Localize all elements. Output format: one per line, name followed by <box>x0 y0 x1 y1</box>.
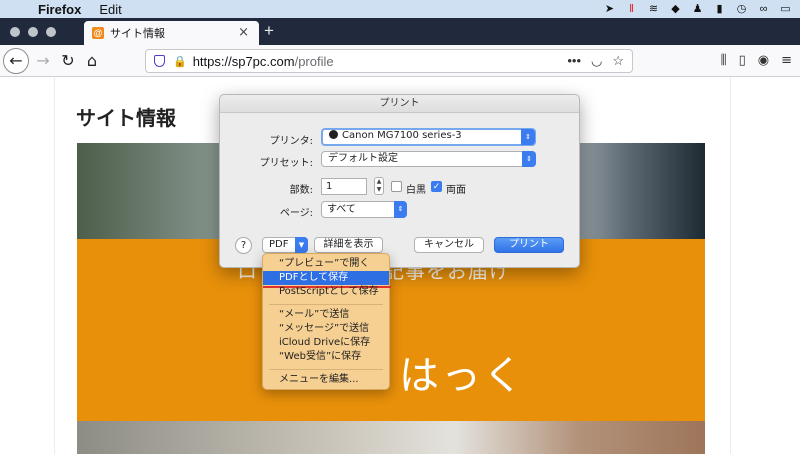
menu-item-save-icloud[interactable]: iCloud Driveに保存 <box>263 336 389 350</box>
pages-label: ページ: <box>279 208 313 219</box>
parallels-icon[interactable]: ‖ <box>625 3 638 15</box>
hamburger-menu-icon[interactable]: ≡ <box>781 53 792 68</box>
preset-value: デフォルト設定 <box>328 153 398 164</box>
keyboard-icon[interactable]: ▭ <box>779 3 792 15</box>
menu-item-send-messages[interactable]: “メッセージ”で送信 <box>263 322 389 336</box>
tab-title: サイト情報 <box>110 27 165 40</box>
nav-bar: ← → ↻ ⌂ 🔒 https://sp7pc.com/profile ••• … <box>0 45 800 77</box>
home-button[interactable]: ⌂ <box>81 50 103 72</box>
chevron-updown-icon: ⇕ <box>522 151 536 167</box>
battery-icon[interactable]: ▮ <box>713 3 726 15</box>
help-button[interactable]: ? <box>235 237 252 254</box>
print-dialog: プリント プリンタ: Canon MG7100 series-3 ⇕ プリセット… <box>219 94 580 268</box>
library-icon[interactable]: ⫼ <box>721 53 727 68</box>
tab-bar: @ サイト情報 × <box>0 18 800 45</box>
duplex-label: 両面 <box>446 185 466 196</box>
tracking-shield-icon[interactable] <box>154 55 165 67</box>
sidebar-icon[interactable]: ▯ <box>739 53 746 68</box>
menu-edit[interactable]: Edit <box>99 2 121 17</box>
chevron-updown-icon: ⇕ <box>394 201 407 218</box>
url-bar[interactable]: 🔒 https://sp7pc.com/profile ••• ◡ ☆ <box>145 49 633 73</box>
evernote-icon[interactable]: ♟ <box>691 3 704 15</box>
preset-select[interactable]: デフォルト設定 ⇕ <box>321 151 536 167</box>
print-dialog-title: プリント <box>220 95 579 113</box>
waves-icon[interactable]: ≋ <box>647 3 660 15</box>
page-title: サイト情報 <box>76 106 176 130</box>
printer-select[interactable]: Canon MG7100 series-3 ⇕ <box>321 128 536 146</box>
window-controls <box>10 27 56 37</box>
glasses-icon[interactable]: ∞ <box>757 3 770 15</box>
pdf-dropdown-menu: “プレビュー”で開く PDFとして保存 PostScriptとして保存 “メール… <box>262 253 391 390</box>
favicon-icon: @ <box>92 27 104 39</box>
lock-icon[interactable]: 🔒 <box>173 55 187 68</box>
menu-item-save-as-postscript[interactable]: PostScriptとして保存 <box>263 285 389 299</box>
tab-site-info[interactable]: @ サイト情報 × <box>84 21 259 45</box>
clock-icon[interactable]: ◷ <box>735 3 748 15</box>
printer-label: プリンタ: <box>269 136 313 147</box>
preset-label: プリセット: <box>259 158 313 169</box>
pages-select[interactable]: すべて ⇕ <box>321 201 407 218</box>
pdf-menu-button[interactable]: PDF ▼ <box>262 237 308 253</box>
pdf-button-label: PDF <box>269 239 289 250</box>
copies-input[interactable]: 1 <box>321 178 367 195</box>
location-icon[interactable]: ➤ <box>603 3 616 15</box>
close-window-icon[interactable] <box>10 27 20 37</box>
account-icon[interactable]: ◉ <box>758 53 769 68</box>
copies-label: 部数: <box>289 185 313 196</box>
bw-label: 白黒 <box>406 185 426 196</box>
close-tab-icon[interactable]: × <box>238 25 249 40</box>
hero-brand: はっく <box>399 353 525 399</box>
cancel-button[interactable]: キャンセル <box>414 237 484 253</box>
minimize-window-icon[interactable] <box>28 27 38 37</box>
show-details-button[interactable]: 詳細を表示 <box>314 237 383 253</box>
menu-item-send-mail[interactable]: “メール”で送信 <box>263 308 389 322</box>
menu-separator <box>269 304 383 305</box>
chevron-updown-icon: ⇕ <box>521 129 535 145</box>
printer-value: Canon MG7100 series-3 <box>342 130 462 141</box>
dropbox-icon[interactable]: ◆ <box>669 3 682 15</box>
hero-photo-bottom <box>77 421 705 454</box>
menu-item-save-as-pdf[interactable]: PDFとして保存 <box>263 271 391 288</box>
status-icons: ➤ ‖ ≋ ◆ ♟ ▮ ◷ ∞ ▭ <box>603 0 792 18</box>
zoom-window-icon[interactable] <box>46 27 56 37</box>
url-host: https://sp7pc.com <box>192 53 295 69</box>
bookmark-star-icon[interactable]: ☆ <box>612 53 624 69</box>
menu-separator <box>269 369 383 370</box>
chevron-down-icon: ▼ <box>295 237 308 253</box>
mac-menubar: Firefox Edit ➤ ‖ ≋ ◆ ♟ ▮ ◷ ∞ ▭ <box>0 0 800 18</box>
print-button[interactable]: プリント <box>494 237 564 253</box>
url-path: /profile <box>294 53 334 69</box>
pages-value: すべて <box>327 204 356 215</box>
menu-item-save-web-receipts[interactable]: “Web受信”に保存 <box>263 350 389 364</box>
duplex-checkbox[interactable]: ✓ <box>431 181 442 192</box>
new-tab-icon[interactable]: + <box>264 21 274 41</box>
reload-button[interactable]: ↻ <box>57 50 79 72</box>
menu-item-open-preview[interactable]: “プレビュー”で開く <box>263 257 389 271</box>
bw-checkbox[interactable] <box>391 181 402 192</box>
forward-button[interactable]: → <box>32 50 54 72</box>
back-button[interactable]: ← <box>3 48 29 74</box>
app-menu-firefox[interactable]: Firefox <box>38 2 81 17</box>
page-actions-icon[interactable]: ••• <box>567 53 581 69</box>
copies-stepper[interactable]: ▲ ▼ <box>374 177 384 195</box>
printer-icon <box>329 130 338 139</box>
pocket-icon[interactable]: ◡ <box>591 53 602 69</box>
menu-item-edit-menu[interactable]: メニューを編集... <box>263 373 389 387</box>
